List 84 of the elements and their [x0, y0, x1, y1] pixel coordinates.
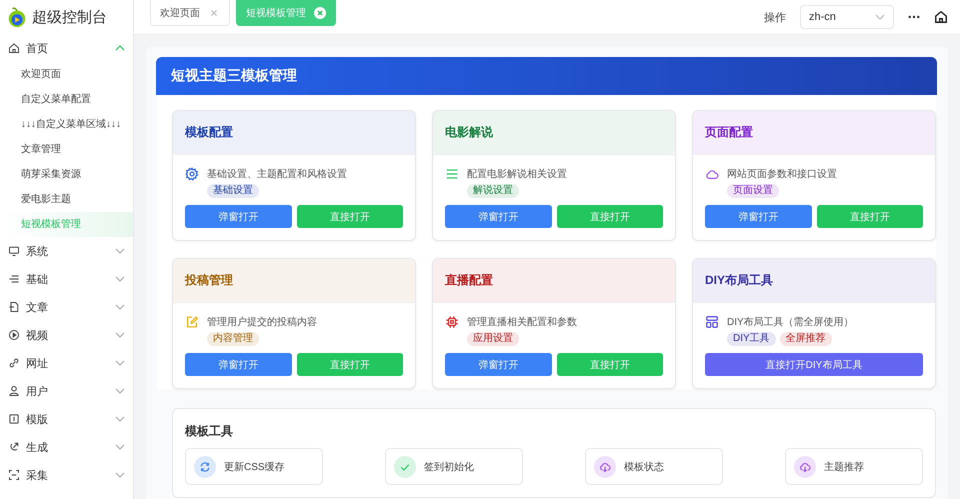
tool-button[interactable]: 主题推荐 — [785, 448, 923, 485]
menu-item[interactable]: 系统 — [0, 237, 133, 265]
home-icon[interactable] — [934, 10, 948, 24]
cloud-download-icon — [794, 456, 816, 478]
menu-item[interactable]: 文章 — [0, 293, 133, 321]
popup-open-button[interactable]: 弹窗打开 — [445, 353, 552, 376]
play-icon — [8, 329, 20, 341]
popup-open-button[interactable]: 弹窗打开 — [445, 205, 552, 228]
chevron-icon — [115, 248, 125, 254]
chevron-icon — [115, 360, 125, 366]
popup-open-button[interactable]: 弹窗打开 — [185, 205, 292, 228]
popup-open-button[interactable]: 弹窗打开 — [185, 353, 292, 376]
monitor-icon — [8, 245, 20, 257]
chip-icon — [445, 315, 459, 329]
layout-icon — [705, 315, 719, 329]
cloud-download-icon — [594, 456, 616, 478]
card-title: 模板配置 — [185, 124, 233, 141]
card-description: 管理直播相关配置和参数 — [467, 316, 577, 329]
card-description: 基础设置、主题配置和风格设置 — [207, 168, 347, 181]
edit-icon — [185, 315, 199, 329]
chevron-icon — [115, 45, 125, 51]
panel-title: 短视主题三模板管理 — [171, 67, 297, 85]
menu-item[interactable]: 用户 — [0, 377, 133, 405]
check-icon — [394, 456, 416, 478]
card-description: 网站页面参数和接口设置 — [727, 168, 837, 181]
document-icon — [8, 301, 20, 313]
submenu-item[interactable]: 爱电影主题 — [0, 187, 133, 212]
submenu-item[interactable]: 萌芽采集资源 — [0, 162, 133, 187]
card-description: 配置电影解说相关设置 — [467, 168, 567, 181]
tab[interactable]: 欢迎页面 — [150, 0, 230, 26]
card-title: DIY布局工具 — [705, 272, 774, 289]
menu-item[interactable]: 基础 — [0, 265, 133, 293]
tag: 全屏推荐 — [780, 332, 832, 346]
chevron-icon — [115, 388, 125, 394]
card-description: DIY布局工具（需全屏使用） — [727, 316, 854, 329]
tool-button[interactable]: 签到初始化 — [385, 448, 523, 485]
card-description: 管理用户提交的投稿内容 — [207, 316, 317, 329]
action-label: 操作 — [764, 10, 786, 24]
tag: DIY工具 — [727, 332, 776, 346]
tag: 解说设置 — [467, 184, 519, 198]
tag: 页面设置 — [727, 184, 779, 198]
menu-item[interactable]: 视频 — [0, 321, 133, 349]
submenu-item[interactable]: ↓↓↓自定义菜单区域↓↓↓ — [0, 112, 133, 137]
menu-item[interactable]: 模版 — [0, 405, 133, 433]
template-icon — [8, 413, 20, 425]
chevron-icon — [115, 416, 125, 422]
menu-item[interactable]: 首页 — [0, 34, 133, 62]
chevron-icon — [115, 472, 125, 478]
scan-icon — [8, 469, 20, 481]
card-title: 投稿管理 — [185, 272, 233, 289]
tag: 应用设置 — [467, 332, 519, 346]
export-icon — [8, 441, 20, 453]
chevron-icon — [115, 332, 125, 338]
tag: 内容管理 — [207, 332, 259, 346]
chevron-icon — [115, 304, 125, 310]
tag: 基础设置 — [207, 184, 259, 198]
tool-button[interactable]: 模板状态 — [585, 448, 723, 485]
chevron-icon — [115, 444, 125, 450]
logo-icon — [6, 6, 28, 28]
card-title: 页面配置 — [705, 124, 753, 141]
chevron-icon — [875, 14, 885, 20]
popup-open-button[interactable]: 弹窗打开 — [705, 205, 812, 228]
submenu-item[interactable]: 文章管理 — [0, 137, 133, 162]
user-icon — [8, 385, 20, 397]
brand-title: 超级控制台 — [32, 8, 107, 26]
home-icon — [8, 42, 20, 54]
more-icon[interactable] — [908, 15, 920, 19]
open-button[interactable]: 直接打开DIY布局工具 — [705, 353, 923, 376]
menu-item[interactable]: 采集 — [0, 461, 133, 489]
submenu-item[interactable]: 欢迎页面 — [0, 62, 133, 87]
submenu-item[interactable]: 自定义菜单配置 — [0, 87, 133, 112]
gear-icon — [185, 167, 199, 181]
list-icon — [445, 167, 459, 181]
link-icon — [8, 357, 20, 369]
refresh-icon — [194, 456, 216, 478]
chevron-icon — [115, 276, 125, 282]
card-title: 电影解说 — [445, 124, 493, 141]
language-select[interactable]: zh-cn — [800, 5, 894, 29]
tool-button[interactable]: 更新CSS缓存 — [185, 448, 323, 485]
card-title: 直播配置 — [445, 272, 493, 289]
tools-title: 模板工具 — [185, 423, 234, 440]
list-icon — [8, 273, 20, 285]
menu-item[interactable]: 生成 — [0, 433, 133, 461]
menu-item[interactable]: 网址 — [0, 349, 133, 377]
